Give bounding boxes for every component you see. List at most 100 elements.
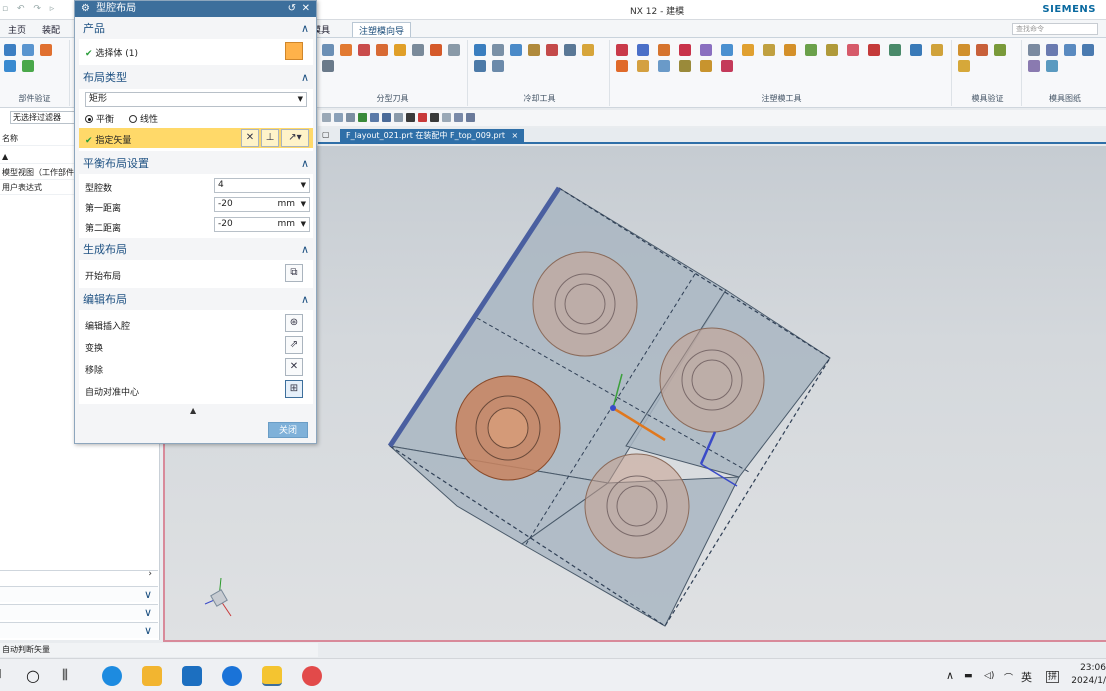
edit-parting-icon[interactable] (448, 44, 460, 56)
snap-point-icon[interactable] (334, 113, 343, 122)
orient-view-icon[interactable] (466, 113, 475, 122)
mold-check-icon[interactable] (958, 44, 970, 56)
start-layout-button[interactable]: ⧉ (285, 264, 303, 282)
layout-type-select[interactable]: 矩形 ▼ (85, 92, 307, 107)
cavity-2[interactable] (659, 327, 765, 433)
collapse-caret-icon[interactable]: ∧ (301, 241, 309, 259)
search-icon[interactable]: ○ (26, 666, 46, 686)
select-all-icon[interactable] (346, 113, 355, 122)
mold-tool-3-icon[interactable] (658, 44, 670, 56)
tab-mold-wizard[interactable]: 注塑模向导 (352, 22, 412, 37)
mold-tool-1-icon[interactable] (616, 44, 628, 56)
nav-accordion-2[interactable]: ∨ (0, 604, 158, 620)
mold-tool-2-icon[interactable] (637, 44, 649, 56)
parting-line-icon[interactable] (358, 44, 370, 56)
mold-tool-18-icon[interactable] (637, 60, 649, 72)
mold-tool-21-icon[interactable] (700, 60, 712, 72)
section-product-header[interactable]: 产品 ∧ (79, 20, 313, 38)
quick-access-toolbar[interactable]: ▫ ↶ ↷ ▹ (2, 4, 57, 14)
start-icon[interactable]: ⊞ (0, 666, 10, 686)
mold-tool-5-icon[interactable] (700, 44, 712, 56)
shrink-part-icon[interactable] (40, 44, 52, 56)
tab-assembly[interactable]: 装配 (36, 22, 66, 37)
close-button[interactable]: 关闭 (268, 422, 308, 438)
file-tab-close-icon[interactable]: × (512, 131, 519, 140)
command-search-input[interactable]: 查找命令 (1012, 23, 1098, 35)
battery-icon[interactable]: ▬ (964, 671, 973, 681)
midpoint-snap-icon[interactable] (370, 113, 379, 122)
nx-app-icon[interactable] (262, 666, 282, 686)
nav-accordion-3[interactable]: ∨ (0, 622, 158, 638)
network-icon[interactable]: ⌒ (1004, 671, 1013, 684)
inferred-vector-icon[interactable]: ↗▾ (281, 129, 309, 147)
section-balanced-header[interactable]: 平衡布局设置 ∧ (79, 155, 313, 173)
cavity-count-select[interactable]: 4 ▼ (214, 178, 310, 193)
intersection-icon[interactable] (394, 113, 403, 122)
nav-accordion-1[interactable]: ∨ (0, 586, 158, 602)
mold-tool-16-icon[interactable] (931, 44, 943, 56)
drawing-2-icon[interactable] (1028, 60, 1040, 72)
system-clock[interactable]: 23:06 2024/1/ (1071, 662, 1106, 688)
analysis-icon[interactable] (4, 60, 16, 72)
point-on-curve-icon[interactable] (430, 113, 439, 122)
mold-tool-22-icon[interactable] (721, 60, 733, 72)
collapse-caret-icon[interactable]: ∧ (301, 69, 309, 87)
mold-tool-17-icon[interactable] (616, 60, 628, 72)
chevron-down-icon[interactable]: ▼ (301, 218, 306, 231)
chevron-down-icon[interactable]: ▼ (301, 198, 306, 211)
view-tools-icon[interactable] (442, 113, 451, 122)
select-body-button[interactable] (285, 42, 303, 60)
edit-insert-pocket-button[interactable]: ⊛ (285, 314, 303, 332)
mold-tool-8-icon[interactable] (763, 44, 775, 56)
section-generate-header[interactable]: 生成布局 ∧ (79, 241, 313, 259)
auto-center-button[interactable]: ⊞ (285, 380, 303, 398)
channel-circuit-icon[interactable] (474, 60, 486, 72)
drawing-3-icon[interactable] (1046, 60, 1058, 72)
section-edit-header[interactable]: 编辑布局 ∧ (79, 291, 313, 309)
validation-icon[interactable] (958, 60, 970, 72)
mold-tool-10-icon[interactable] (805, 44, 817, 56)
region-analysis-icon[interactable] (322, 60, 334, 72)
remove-button[interactable]: ✕ (285, 358, 303, 376)
dialog-title-bar[interactable]: ⚙ 型腔布局 ↺ ✕ (75, 1, 316, 17)
first-distance-input[interactable]: -20 mm ▼ (214, 197, 310, 212)
collapse-caret-icon[interactable]: ∧ (301, 20, 309, 38)
define-region-icon[interactable] (340, 44, 352, 56)
mold-tool-12-icon[interactable] (847, 44, 859, 56)
scroll-right-arrow[interactable]: › (148, 569, 152, 579)
assembly-drawing-icon[interactable] (1028, 44, 1040, 56)
cavity-1[interactable] (532, 251, 638, 357)
select-body-row[interactable]: ✔ 选择体 (1) (85, 46, 138, 59)
parting-manager-icon[interactable] (322, 44, 334, 56)
render-style-icon[interactable] (454, 113, 463, 122)
file-tab[interactable]: F_layout_021.prt 在装配中 F_top_009.prt × (340, 129, 525, 143)
mold-tool-13-icon[interactable] (868, 44, 880, 56)
collapse-caret-icon[interactable]: ∧ (301, 155, 309, 173)
mold-tool-14-icon[interactable] (889, 44, 901, 56)
interference-icon[interactable] (976, 44, 988, 56)
mold-tool-15-icon[interactable] (910, 44, 922, 56)
cavity-3[interactable] (455, 375, 561, 481)
tab-list-icon[interactable]: ▢ (322, 130, 330, 139)
collapse-caret-icon[interactable]: ∧ (301, 291, 309, 309)
control-point-icon[interactable] (382, 113, 391, 122)
thickness-icon[interactable] (22, 60, 34, 72)
specify-vector-row[interactable]: ✔ 指定矢量 ✕ ⊥ ↗▾ (79, 128, 313, 148)
check-regions-icon[interactable] (22, 44, 34, 56)
parting-surface-icon[interactable] (376, 44, 388, 56)
edge-browser-icon[interactable] (102, 666, 122, 686)
define-cavity-core-icon[interactable] (394, 44, 406, 56)
mold-tool-7-icon[interactable] (742, 44, 754, 56)
reverse-direction-icon[interactable]: ✕ (241, 129, 259, 147)
selection-filter-dropdown[interactable]: 无选择过滤器 (10, 111, 80, 124)
mold-tool-6-icon[interactable] (721, 44, 733, 56)
mold-tool-4-icon[interactable] (679, 44, 691, 56)
mold-tool-20-icon[interactable] (679, 60, 691, 72)
extend-channel-icon[interactable] (510, 44, 522, 56)
netease-music-icon[interactable] (302, 666, 322, 686)
mold-tool-19-icon[interactable] (658, 60, 670, 72)
tray-overflow-icon[interactable]: ∧ (946, 669, 954, 682)
close-icon[interactable]: ✕ (302, 1, 310, 17)
tab-home[interactable]: 主页 (2, 22, 32, 37)
reset-icon[interactable]: ↺ (288, 1, 296, 17)
